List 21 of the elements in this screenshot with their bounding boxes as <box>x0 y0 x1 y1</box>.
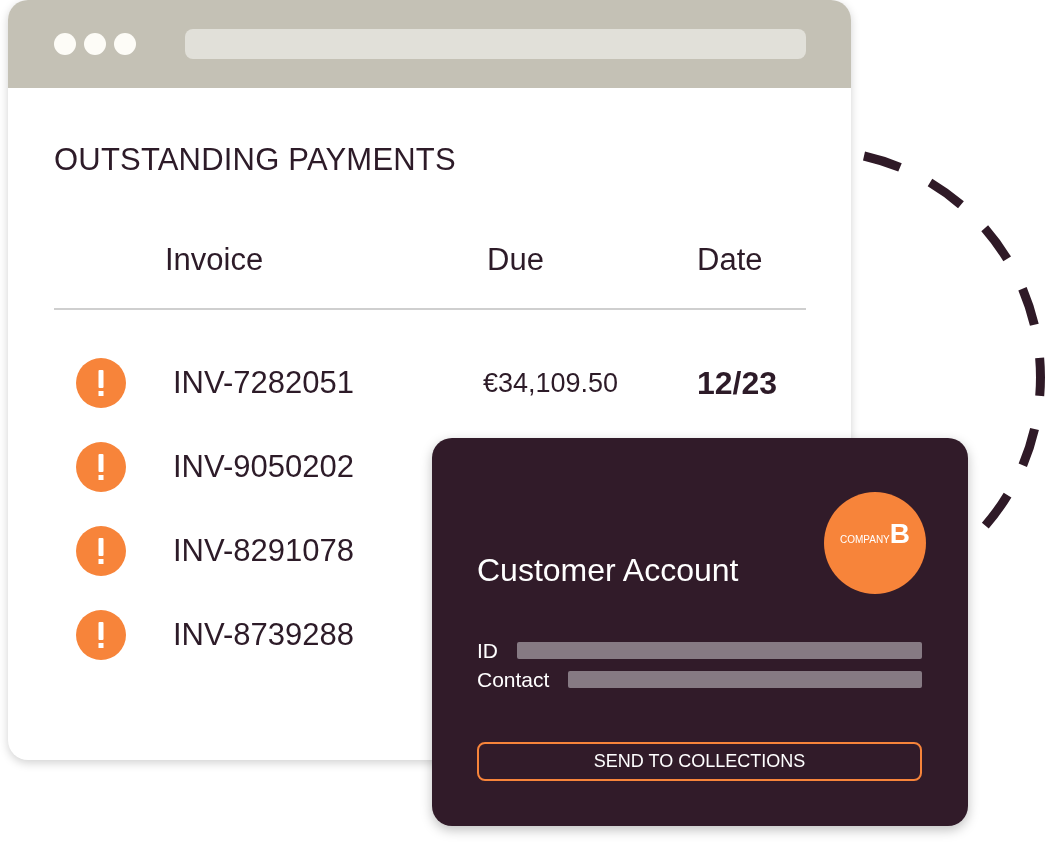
amount-due: €34,109.50 <box>483 367 619 399</box>
field-label: ID <box>477 637 498 664</box>
section-title: OUTSTANDING PAYMENTS <box>54 142 457 178</box>
card-title: Customer Account <box>477 552 739 588</box>
invoice-number: INV-7282051 <box>173 365 354 401</box>
field-label: Contact <box>477 666 550 693</box>
column-header: Invoice <box>165 242 264 278</box>
alert-icon <box>76 610 126 660</box>
invoice-number: INV-8291078 <box>173 533 354 569</box>
column-header: Date <box>697 242 763 278</box>
column-header: Due <box>487 242 544 278</box>
address-field[interactable] <box>185 29 806 59</box>
logo-word: COMPANY <box>839 534 890 546</box>
logo-letter: B <box>889 520 911 548</box>
invoice-number: INV-8739288 <box>173 617 354 653</box>
due-date: 12/23 <box>697 365 778 401</box>
alert-icon <box>76 526 126 576</box>
send-to-collections-button[interactable]: SEND TO COLLECTIONS <box>477 742 922 781</box>
alert-icon <box>76 442 126 492</box>
alert-icon <box>76 358 126 408</box>
invoice-number: INV-9050202 <box>173 449 354 485</box>
